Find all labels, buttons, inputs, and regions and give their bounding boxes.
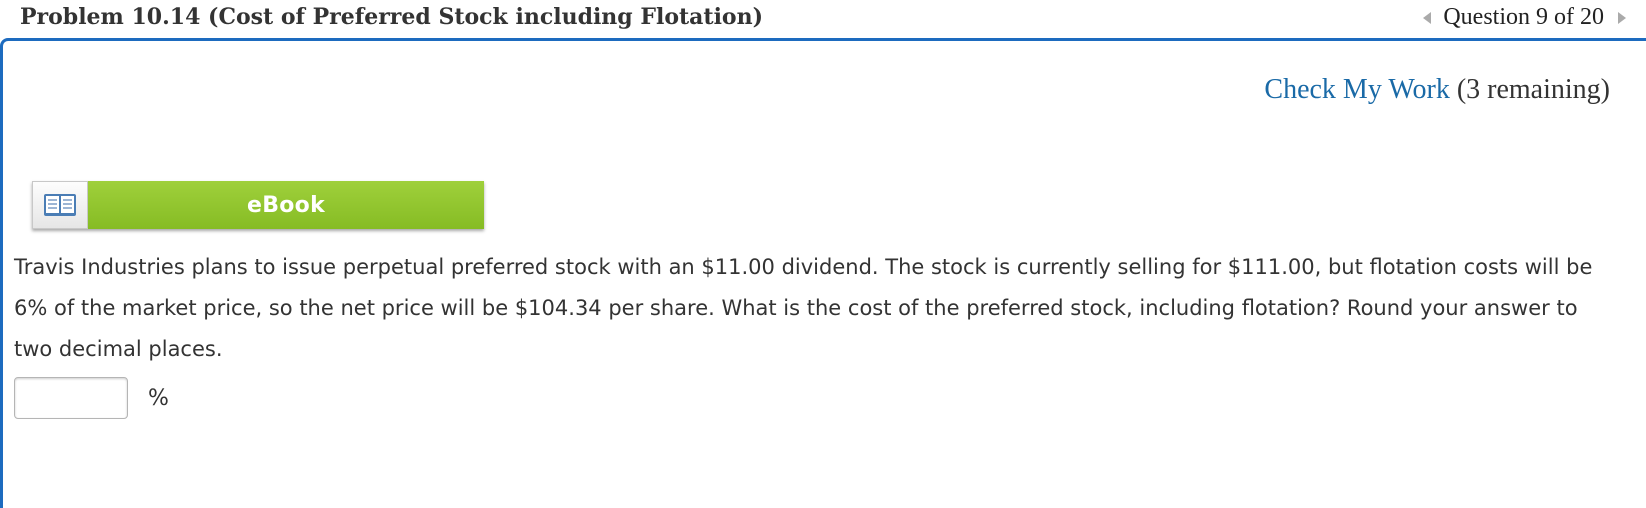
- check-my-work: Check My Work (3 remaining): [1264, 74, 1610, 106]
- ebook-button[interactable]: eBook: [32, 181, 484, 229]
- chevron-left-icon[interactable]: [1423, 11, 1432, 24]
- attempts-remaining: (3 remaining): [1456, 74, 1610, 105]
- check-my-work-link[interactable]: Check My Work: [1264, 74, 1449, 105]
- question-text: Travis Industries plans to issue perpetu…: [14, 255, 1593, 361]
- problem-title: Problem 10.14 (Cost of Preferred Stock i…: [20, 4, 764, 30]
- percent-unit-label: %: [148, 385, 169, 411]
- answer-input[interactable]: [14, 377, 128, 419]
- header-bar: Problem 10.14 (Cost of Preferred Stock i…: [0, 0, 1646, 36]
- book-icon: [44, 194, 76, 216]
- ebook-icon-container: [32, 181, 88, 229]
- ebook-label: eBook: [88, 181, 484, 229]
- question-navigation: Question 9 of 20: [1423, 4, 1626, 31]
- answer-row: %: [14, 377, 169, 419]
- chevron-right-icon[interactable]: [1618, 11, 1626, 24]
- question-counter: Question 9 of 20: [1443, 4, 1604, 30]
